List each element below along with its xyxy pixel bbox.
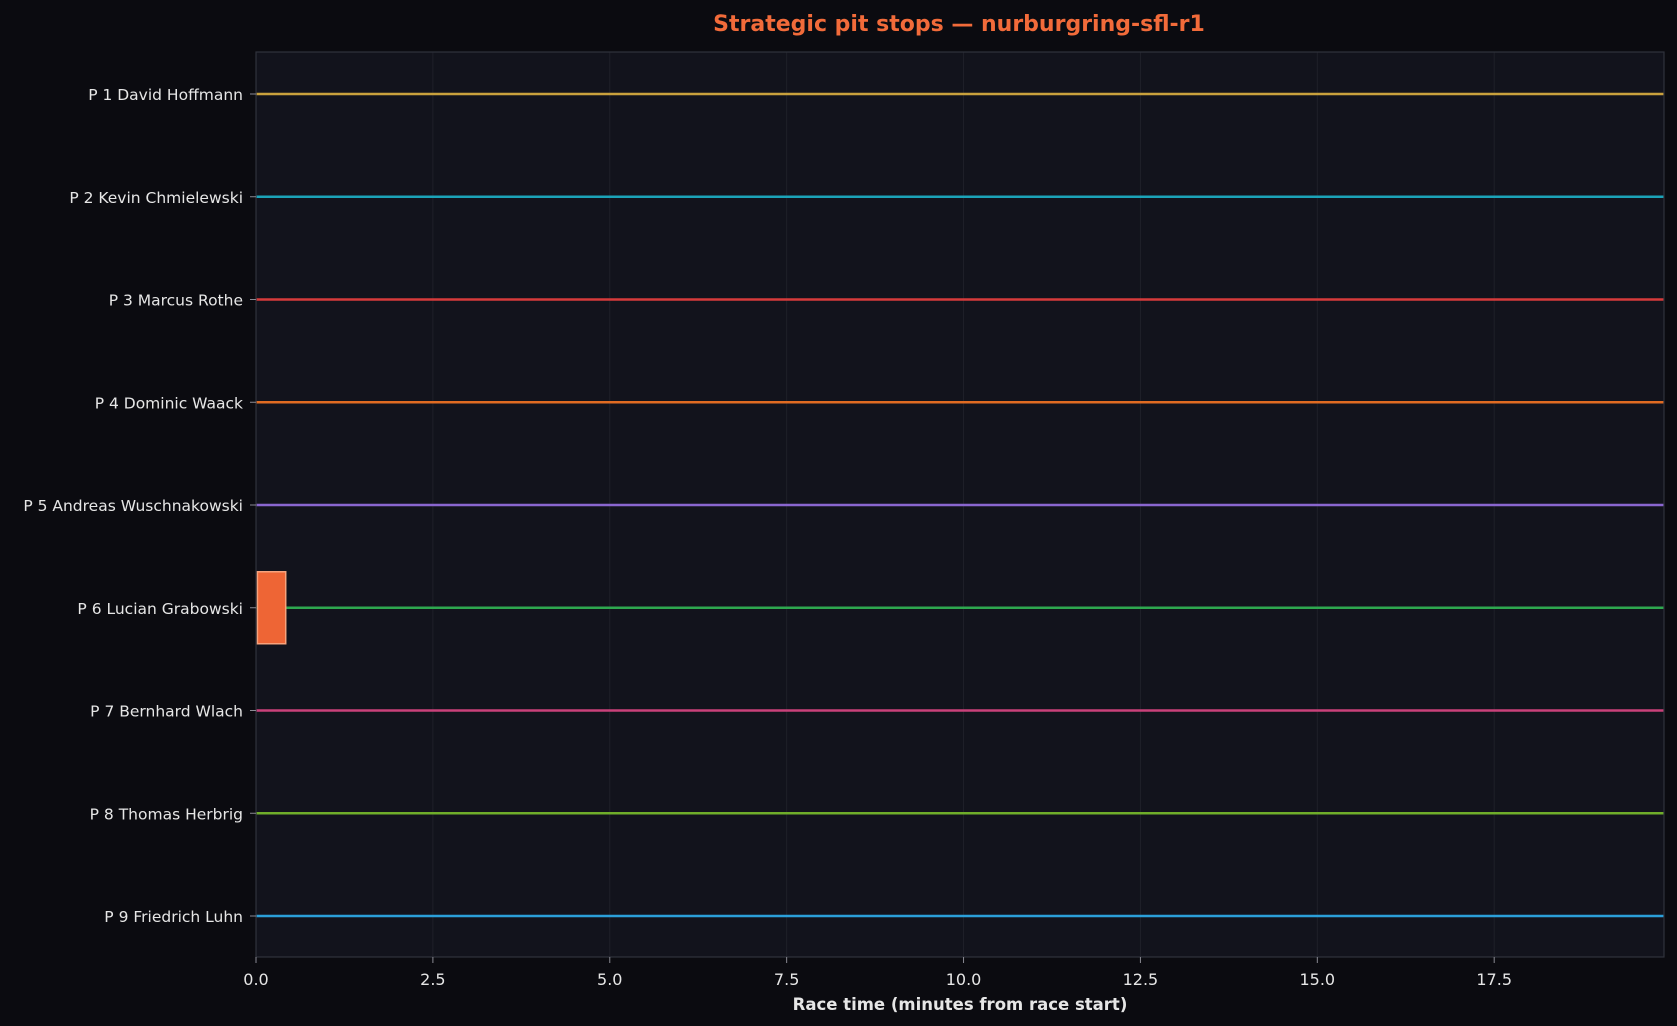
- pit-stop-chart: Strategic pit stops — nurburgring-sfl-r1…: [0, 0, 1677, 1026]
- driver-label: P 2 Kevin Chmielewski: [69, 189, 243, 207]
- pit-stop-bar: [256, 571, 287, 645]
- driver-label: P 3 Marcus Rothe: [109, 292, 243, 310]
- driver-label: P 8 Thomas Herbrig: [90, 805, 243, 823]
- x-tick-label: 2.5: [420, 970, 445, 989]
- x-tick-label: 5.0: [597, 970, 622, 989]
- pit-stop-bars: [256, 571, 287, 645]
- driver-label: P 9 Friedrich Luhn: [104, 908, 243, 926]
- driver-label: P 7 Bernhard Wlach: [90, 703, 243, 721]
- x-tick-label: 12.5: [1123, 970, 1159, 989]
- x-tick-label: 17.5: [1476, 970, 1512, 989]
- x-tick-label: 0.0: [243, 970, 268, 989]
- chart-title: Strategic pit stops — nurburgring-sfl-r1: [713, 12, 1205, 37]
- driver-label: P 6 Lucian Grabowski: [77, 600, 243, 618]
- driver-label: P 5 Andreas Wuschnakowski: [23, 497, 243, 515]
- x-tick-label: 15.0: [1299, 970, 1335, 989]
- x-tick-label: 7.5: [774, 970, 799, 989]
- driver-label: P 4 Dominic Waack: [95, 394, 243, 412]
- x-axis-title: Race time (minutes from race start): [793, 995, 1128, 1014]
- x-tick-label: 10.0: [946, 970, 982, 989]
- driver-label: P 1 David Hoffmann: [88, 86, 243, 104]
